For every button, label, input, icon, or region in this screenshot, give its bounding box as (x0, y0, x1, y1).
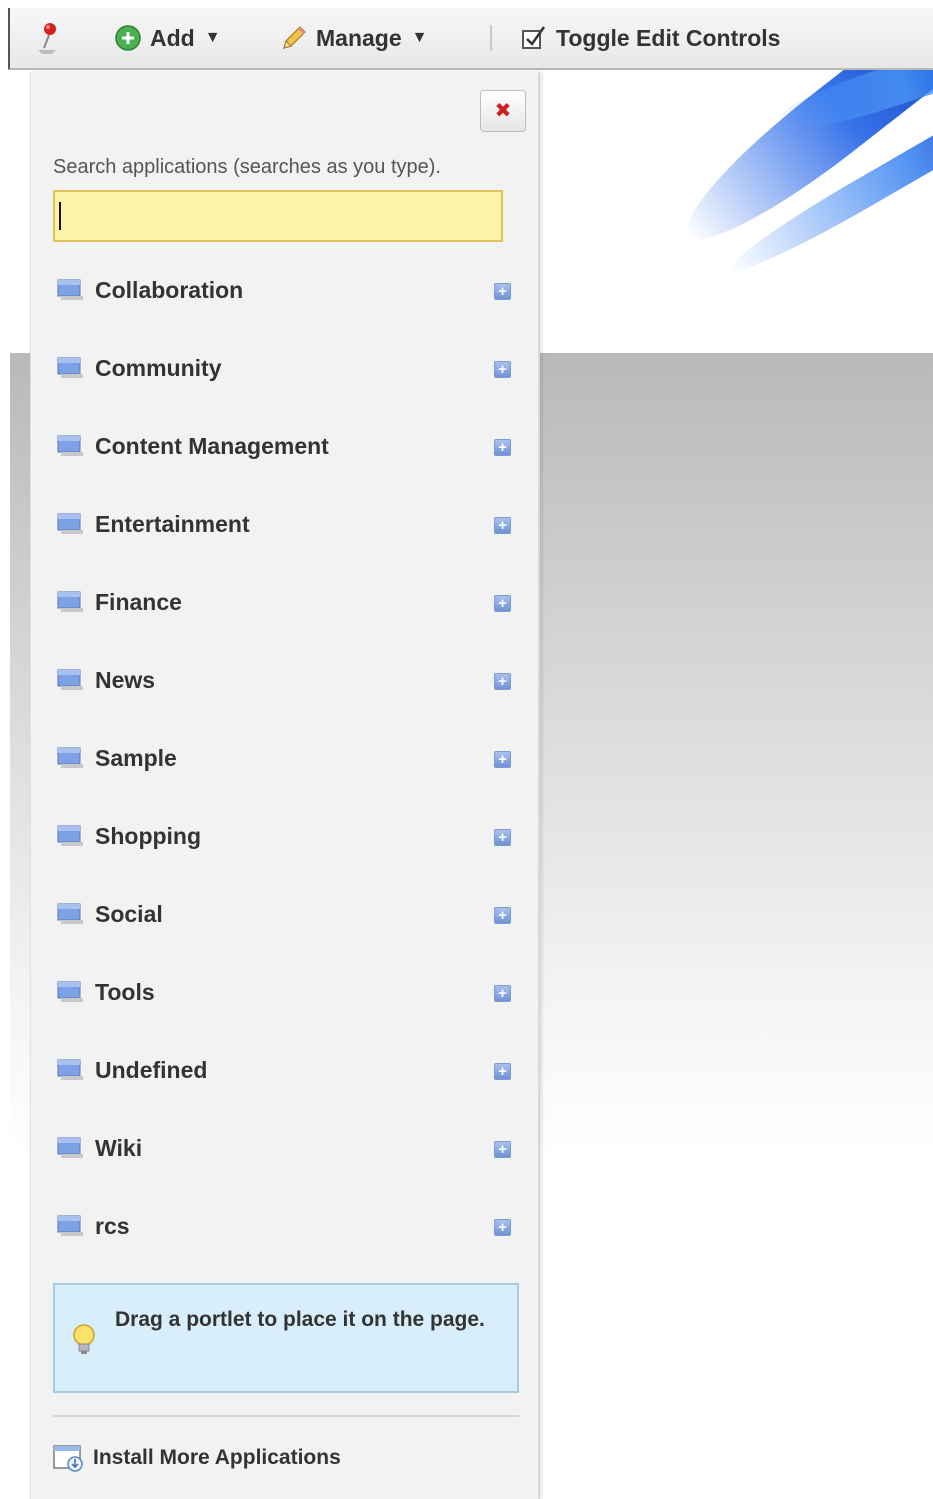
folder-icon (57, 1059, 83, 1080)
category-label: Shopping (95, 823, 202, 849)
category-item[interactable]: rcs + (31, 1188, 541, 1266)
pencil-icon (283, 26, 306, 49)
plus-square-icon[interactable]: + (494, 595, 511, 612)
category-item[interactable]: Collaboration + (31, 252, 541, 330)
category-item[interactable]: Undefined + (31, 1032, 541, 1110)
folder-icon (57, 1215, 83, 1236)
category-label: rcs (95, 1213, 130, 1239)
dockbar: Add ▼ Manage ▼ Toggle Edit Controls (8, 8, 933, 70)
plus-square-icon[interactable]: + (494, 751, 511, 768)
plus-square-icon[interactable]: + (494, 985, 511, 1002)
manage-menu-button[interactable]: Manage ▼ (280, 8, 427, 68)
category-label: Tools (95, 979, 155, 1005)
tip-text: Drag a portlet to place it on the page. (115, 1308, 485, 1331)
category-label: Content Management (95, 433, 329, 459)
category-item[interactable]: Social + (31, 876, 541, 954)
plus-square-icon[interactable]: + (494, 1219, 511, 1236)
category-item[interactable]: Finance + (31, 564, 541, 642)
folder-icon (57, 279, 83, 300)
toolbar-separator (490, 25, 492, 51)
toggle-edit-controls-button[interactable]: Toggle Edit Controls (520, 8, 780, 68)
manage-menu-label: Manage (316, 24, 402, 51)
category-item[interactable]: Sample + (31, 720, 541, 798)
folder-icon (57, 435, 83, 456)
add-plus-icon (115, 25, 141, 51)
search-input[interactable] (53, 190, 503, 242)
text-cursor (59, 202, 61, 230)
lightbulb-icon (73, 1324, 95, 1354)
plus-square-icon[interactable]: + (494, 439, 511, 456)
add-menu-label: Add (150, 24, 195, 51)
folder-icon (57, 513, 83, 534)
folder-icon (57, 669, 83, 690)
category-label: Undefined (95, 1057, 208, 1083)
checkbox-icon (522, 26, 546, 49)
toggle-edit-controls-label: Toggle Edit Controls (556, 24, 781, 51)
chevron-down-icon: ▼ (204, 29, 221, 46)
folder-icon (57, 1137, 83, 1158)
category-label: Sample (95, 745, 177, 771)
close-icon: ✖ (494, 100, 512, 122)
add-application-panel: ✖ Search applications (searches as you t… (30, 72, 540, 1499)
page-left-strip (0, 70, 10, 1499)
add-menu-button[interactable]: Add ▼ (114, 8, 221, 68)
plus-square-icon[interactable]: + (494, 1063, 511, 1080)
plus-square-icon[interactable]: + (494, 517, 511, 534)
category-label: Finance (95, 589, 182, 615)
category-item[interactable]: Shopping + (31, 798, 541, 876)
plus-square-icon[interactable]: + (494, 673, 511, 690)
pin-icon[interactable] (34, 20, 64, 56)
close-button[interactable]: ✖ (480, 90, 526, 132)
category-label: Wiki (95, 1135, 143, 1161)
install-more-applications-link[interactable]: Install More Applications (53, 1440, 341, 1476)
folder-icon (57, 591, 83, 612)
tip-message: Drag a portlet to place it on the page. (53, 1283, 519, 1393)
chevron-down-icon: ▼ (411, 29, 428, 46)
folder-icon (57, 981, 83, 1002)
folder-icon (57, 357, 83, 378)
category-item[interactable]: News + (31, 642, 541, 720)
folder-icon (57, 825, 83, 846)
plus-square-icon[interactable]: + (494, 283, 511, 300)
search-label: Search applications (searches as you typ… (53, 156, 441, 178)
category-label: Social (95, 901, 163, 927)
category-item[interactable]: Content Management + (31, 408, 541, 486)
install-app-icon (53, 1445, 83, 1472)
category-item[interactable]: Tools + (31, 954, 541, 1032)
plus-square-icon[interactable]: + (494, 1141, 511, 1158)
category-label: Community (95, 355, 222, 381)
category-label: Entertainment (95, 511, 250, 537)
plus-square-icon[interactable]: + (494, 361, 511, 378)
category-label: Collaboration (95, 277, 244, 303)
category-item[interactable]: Community + (31, 330, 541, 408)
category-label: News (95, 667, 156, 693)
plus-square-icon[interactable]: + (494, 907, 511, 924)
category-item[interactable]: Wiki + (31, 1110, 541, 1188)
folder-icon (57, 903, 83, 924)
folder-icon (57, 747, 83, 768)
install-more-applications-label: Install More Applications (93, 1446, 341, 1469)
divider (53, 1415, 519, 1417)
category-item[interactable]: Entertainment + (31, 486, 541, 564)
plus-square-icon[interactable]: + (494, 829, 511, 846)
